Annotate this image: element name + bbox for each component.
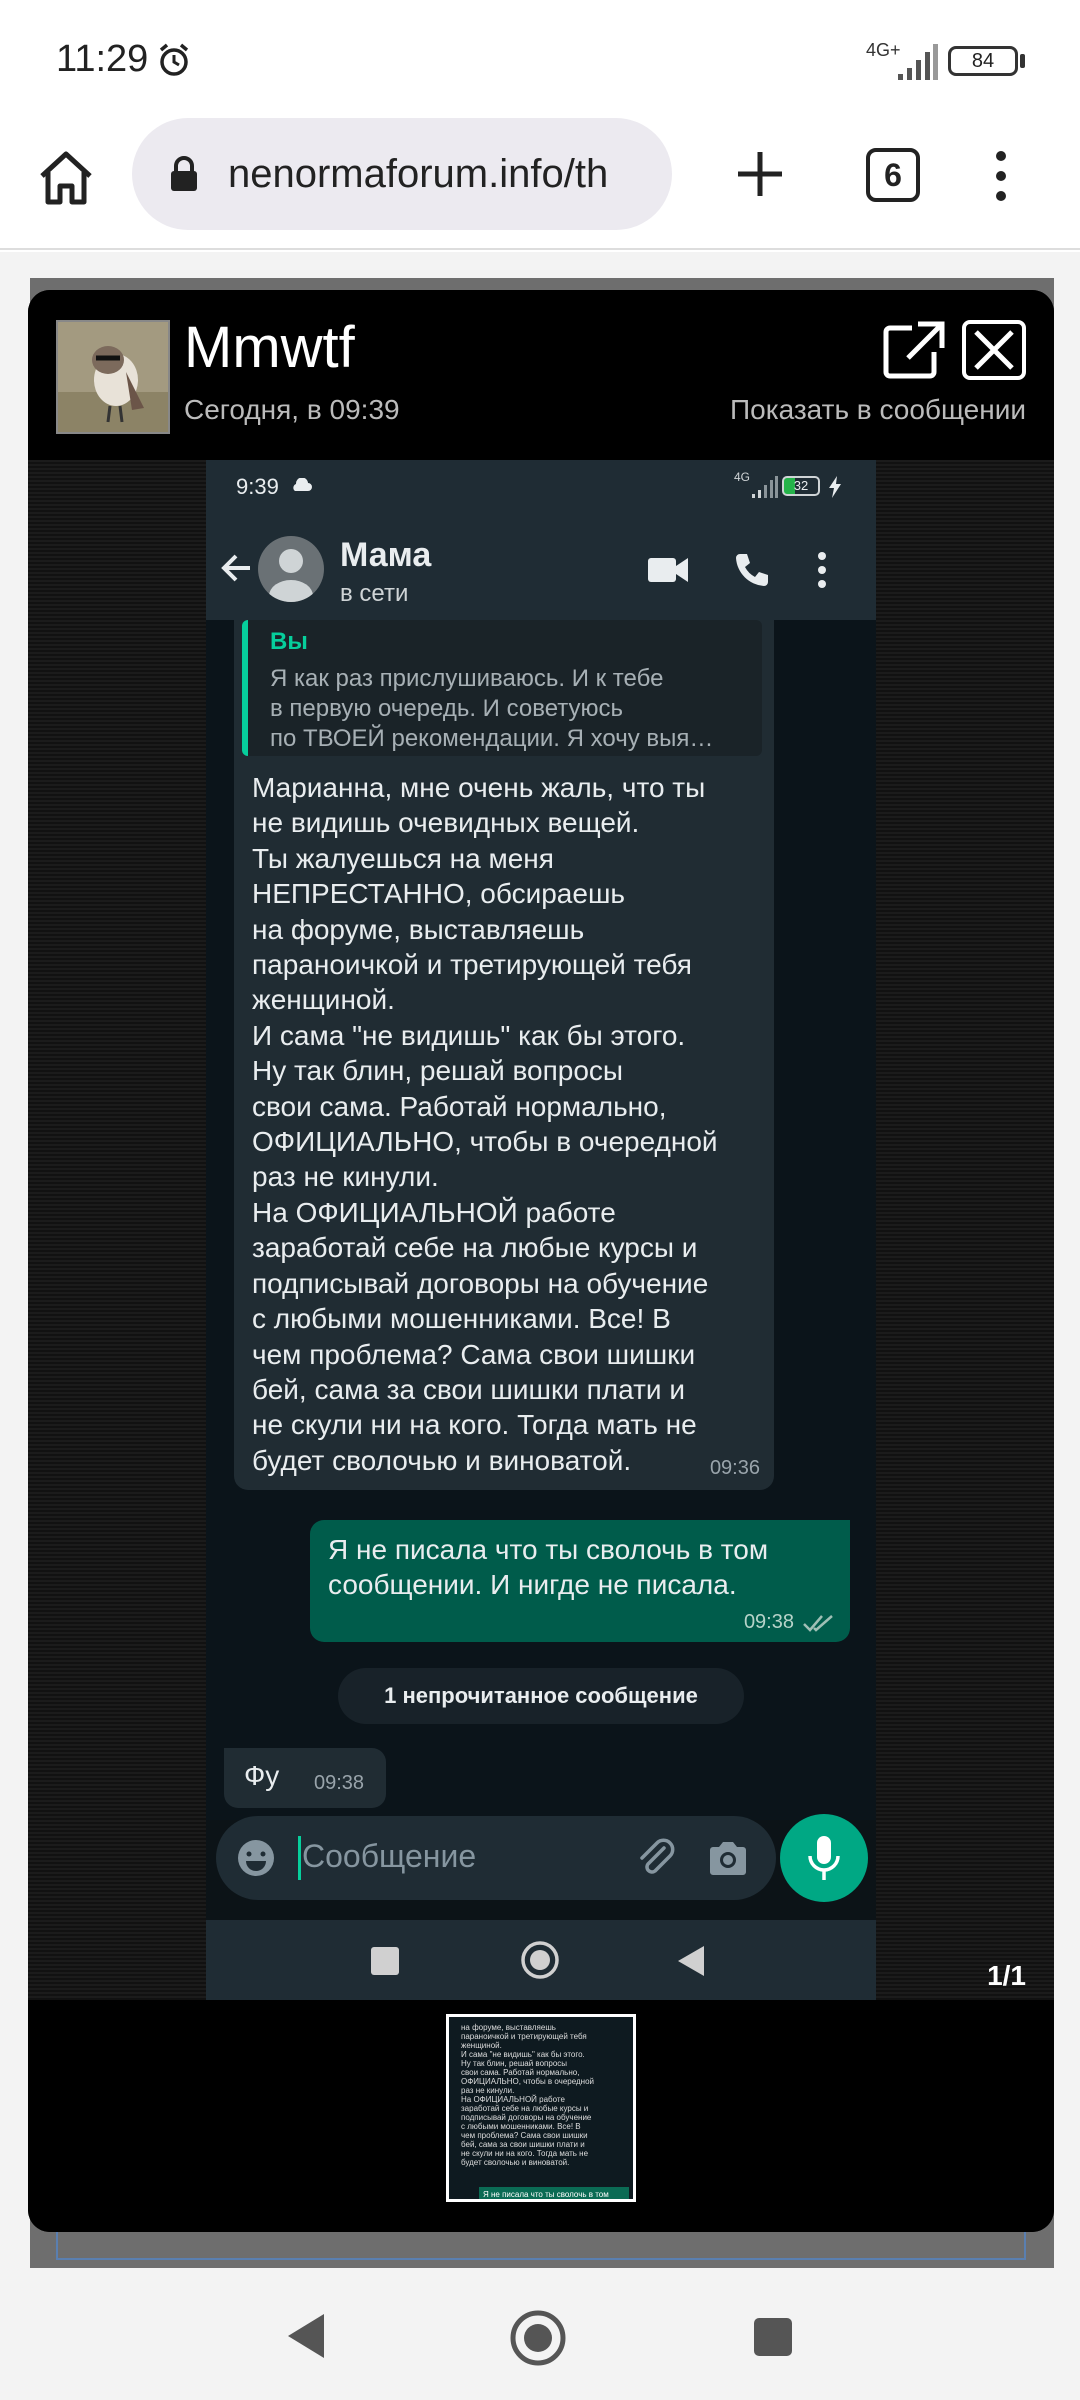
wa-status-bar: 9:39 4G 32: [206, 460, 876, 520]
message-input[interactable]: Сообщение: [302, 1838, 476, 1875]
wa-signal-icon: [752, 476, 778, 498]
home-icon[interactable]: [36, 148, 96, 208]
wa-battery-icon: 32: [782, 476, 820, 496]
contact-name[interactable]: Мама: [340, 536, 431, 575]
signal-icon: [898, 44, 938, 80]
wa-clock: 9:39: [236, 474, 279, 499]
plus-icon[interactable]: [730, 144, 790, 204]
back-arrow-icon[interactable]: [216, 548, 256, 588]
attach-icon[interactable]: [634, 1836, 678, 1880]
unread-divider: 1 непрочитанное сообщение: [338, 1668, 744, 1724]
charging-icon: [829, 476, 841, 498]
message-text: Фу: [244, 1760, 280, 1791]
outgoing-message[interactable]: Я не писала что ты сволочь в том сообщен…: [310, 1520, 850, 1642]
wa-chat-header: Мама в сети: [206, 520, 876, 620]
quote-text: Я как раз прислушиваюсь. И к тебе в перв…: [270, 665, 714, 752]
whatsapp-screenshot: 9:39 4G 32 Мама в сети Вы Я как раз прис…: [206, 460, 876, 2000]
thumbnail-bubble: Я не писала что ты сволочь в том: [479, 2187, 629, 2199]
clock: 11:29: [56, 38, 149, 80]
post-date: Сегодня, в 09:39: [184, 394, 400, 425]
thumbnail-text: на форуме, выставляешь параноичкой и тре…: [461, 2023, 595, 2167]
close-button[interactable]: [962, 320, 1026, 380]
text-caret: [298, 1836, 301, 1880]
wa-more-vert-icon[interactable]: [814, 550, 830, 590]
wa-chat-area: Вы Я как раз прислушиваюсь. И к тебе в п…: [206, 620, 876, 1820]
quote-author: Вы: [270, 628, 308, 655]
message-composer: Сообщение: [216, 1816, 776, 1900]
show-in-message-link[interactable]: Показать в сообщении: [730, 394, 1026, 426]
double-check-icon: [803, 1615, 833, 1632]
browser-toolbar: nenormaforum.info/th 6: [0, 110, 1080, 250]
cloud-icon: [293, 478, 312, 491]
thumbnail-selected[interactable]: на форуме, выставляешь параноичкой и тре…: [446, 2014, 636, 2202]
address-bar[interactable]: nenormaforum.info/th: [132, 118, 672, 230]
incoming-message[interactable]: Фу 09:38: [224, 1748, 386, 1808]
battery-tip: [1020, 54, 1025, 68]
status-bar: 11:29 4G+ 84: [0, 0, 1080, 110]
system-nav-bar: [0, 2272, 1080, 2400]
bird-avatar-image: [58, 322, 168, 432]
wa-network: 4G: [734, 470, 751, 484]
post-author[interactable]: Mmwtf: [184, 314, 355, 381]
alarm-icon: [159, 43, 189, 76]
nav-recents-icon[interactable]: [752, 2316, 794, 2358]
message-time: 09:38: [743, 1611, 794, 1633]
user-avatar[interactable]: [56, 320, 170, 434]
voice-message-button[interactable]: [780, 1814, 868, 1902]
message-text: Марианна, мне очень жаль, что ты не види…: [252, 772, 718, 1476]
mic-icon: [808, 1836, 840, 1880]
image-lightbox: Mmwtf Сегодня, в 09:39 Показать в сообще…: [28, 290, 1054, 2232]
wa-system-nav: [206, 1920, 876, 2000]
contact-presence: в сети: [340, 580, 409, 607]
close-icon: [974, 330, 1014, 370]
more-vert-icon[interactable]: [986, 146, 1016, 206]
camera-icon[interactable]: [706, 1836, 750, 1880]
network-type: 4G+: [866, 40, 901, 60]
home-circle-icon: [521, 1941, 559, 1979]
back-triangle-icon: [678, 1946, 704, 1976]
image-counter: 1/1: [987, 1960, 1026, 1991]
quoted-message[interactable]: Вы Я как раз прислушиваюсь. И к тебе в п…: [242, 620, 762, 756]
tab-switcher-button[interactable]: 6: [866, 148, 920, 202]
emoji-icon[interactable]: [234, 1836, 278, 1880]
lightbox-header: Mmwtf Сегодня, в 09:39 Показать в сообще…: [28, 290, 1054, 460]
person-icon: [269, 549, 313, 602]
message-time: 09:38: [314, 1772, 365, 1794]
contact-avatar[interactable]: [258, 536, 324, 602]
nav-back-icon[interactable]: [282, 2310, 330, 2362]
lock-icon: [171, 156, 197, 191]
message-time: 09:36: [709, 1457, 760, 1479]
recents-icon: [371, 1947, 399, 1975]
url-text: nenormaforum.info/th: [228, 152, 609, 196]
nav-home-icon[interactable]: [508, 2308, 568, 2368]
incoming-message[interactable]: Вы Я как раз прислушиваюсь. И к тебе в п…: [234, 620, 774, 1490]
phone-icon[interactable]: [732, 550, 772, 590]
open-external-icon[interactable]: [882, 320, 946, 380]
video-call-icon[interactable]: [646, 552, 690, 588]
message-text: Я не писала что ты сволочь в том сообщен…: [328, 1534, 769, 1601]
battery-icon: 84: [948, 46, 1018, 76]
thumbnail-strip: на форуме, выставляешь параноичкой и тре…: [28, 2000, 1054, 2232]
